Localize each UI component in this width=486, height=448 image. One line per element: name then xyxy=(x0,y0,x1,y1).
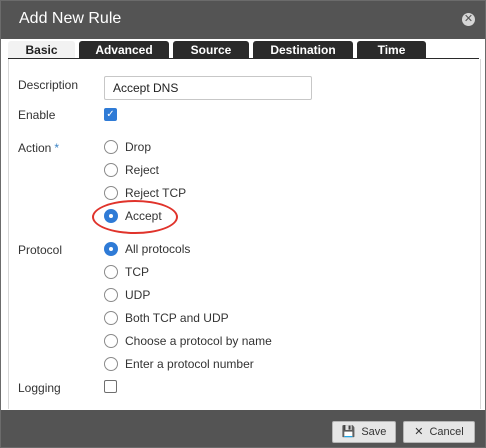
tab-bar: Basic Advanced Source Destination Time xyxy=(8,41,430,59)
radio-label: All protocols xyxy=(125,242,191,256)
action-radio-drop[interactable]: Drop xyxy=(104,140,151,154)
action-label: Action * xyxy=(18,141,59,155)
enable-label: Enable xyxy=(18,108,56,122)
cancel-button[interactable]: ✕ Cancel xyxy=(403,421,475,443)
protocol-label: Protocol xyxy=(18,243,63,257)
close-icon[interactable]: ✕ xyxy=(462,13,475,26)
annotation-ellipse xyxy=(92,200,178,234)
radio-label: Enter a protocol number xyxy=(125,357,254,371)
logging-checkbox[interactable] xyxy=(104,380,117,393)
dialog-titlebar: Add New Rule ✕ xyxy=(1,1,485,39)
action-label-text: Action xyxy=(18,141,52,155)
close-icon: ✕ xyxy=(414,426,424,438)
floppy-disk-icon: 💾 xyxy=(341,426,356,438)
radio-button[interactable] xyxy=(104,140,118,154)
tab-time[interactable]: Time xyxy=(357,41,426,59)
description-label: Description xyxy=(18,78,79,92)
protocol-radio-udp[interactable]: UDP xyxy=(104,288,150,302)
radio-button[interactable] xyxy=(104,163,118,177)
action-radio-reject-tcp[interactable]: Reject TCP xyxy=(104,186,186,200)
protocol-radio-both[interactable]: Both TCP and UDP xyxy=(104,311,229,325)
radio-label: Both TCP and UDP xyxy=(125,311,229,325)
enable-checkbox[interactable]: ✓ xyxy=(104,108,117,121)
radio-label: Drop xyxy=(125,140,152,154)
logging-label: Logging xyxy=(18,381,61,395)
save-button-label: Save xyxy=(361,426,387,438)
tab-destination[interactable]: Destination xyxy=(253,41,353,59)
radio-button[interactable] xyxy=(104,311,118,325)
dialog-title: Add New Rule xyxy=(19,10,122,27)
tab-source[interactable]: Source xyxy=(173,41,249,59)
save-button[interactable]: 💾 Save xyxy=(332,421,396,443)
protocol-radio-by-number[interactable]: Enter a protocol number xyxy=(104,357,254,371)
required-marker: * xyxy=(54,141,60,155)
protocol-radio-all[interactable]: All protocols xyxy=(104,242,190,256)
protocol-radio-by-name[interactable]: Choose a protocol by name xyxy=(104,334,272,348)
radio-button[interactable] xyxy=(104,334,118,348)
radio-label: Choose a protocol by name xyxy=(125,334,272,348)
radio-button[interactable] xyxy=(104,265,118,279)
radio-label: UDP xyxy=(125,288,151,302)
action-radio-reject[interactable]: Reject xyxy=(104,163,159,177)
protocol-radio-tcp[interactable]: TCP xyxy=(104,265,149,279)
radio-button-selected[interactable] xyxy=(104,242,118,256)
radio-button[interactable] xyxy=(104,288,118,302)
cancel-button-label: Cancel xyxy=(429,426,464,438)
add-rule-dialog: Add New Rule ✕ Basic Advanced Source Des… xyxy=(0,0,486,448)
radio-button[interactable] xyxy=(104,357,118,371)
dialog-footer: 💾 Save ✕ Cancel xyxy=(1,410,485,447)
tab-advanced[interactable]: Advanced xyxy=(79,41,169,59)
radio-label: Reject TCP xyxy=(125,186,187,200)
description-input[interactable]: Accept DNS xyxy=(104,76,312,100)
radio-label: Reject xyxy=(125,163,160,177)
radio-label: TCP xyxy=(125,265,149,279)
tab-basic[interactable]: Basic xyxy=(8,41,75,59)
radio-button[interactable] xyxy=(104,186,118,200)
